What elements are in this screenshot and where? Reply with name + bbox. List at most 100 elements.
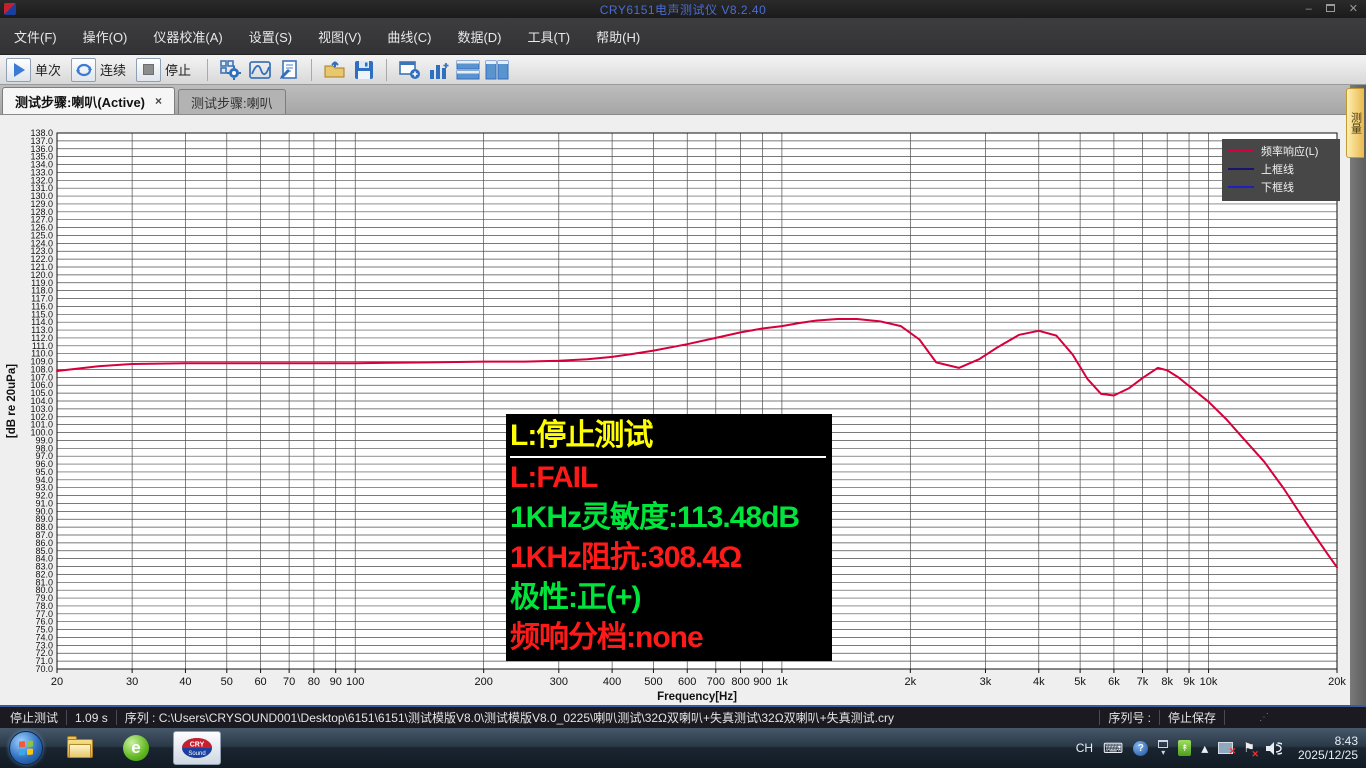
help-icon[interactable]: ? xyxy=(1133,741,1148,756)
menu-settings[interactable]: 设置(S) xyxy=(249,27,292,46)
taskbar-crysound-button[interactable]: CRY Sound xyxy=(173,731,221,765)
run-single-button[interactable] xyxy=(6,58,31,82)
svg-text:40: 40 xyxy=(179,676,191,688)
clock-time: 8:43 xyxy=(1298,734,1358,748)
run-continuous-button[interactable] xyxy=(71,58,96,82)
start-button[interactable] xyxy=(9,731,43,765)
show-hidden-icons-button[interactable]: ▴ xyxy=(1201,741,1208,755)
curve-settings-button[interactable] xyxy=(247,58,272,82)
status-separator xyxy=(1159,710,1160,725)
toolbar-separator xyxy=(386,59,387,81)
folder-icon xyxy=(67,739,93,758)
chart-panel: 70.071.072.073.074.075.076.077.078.079.0… xyxy=(0,114,1366,705)
svg-text:600: 600 xyxy=(678,676,696,688)
result-response-grade: 频响分档:none xyxy=(510,618,826,658)
measure-settings-button[interactable] xyxy=(218,58,243,82)
legend-item-lower-limit[interactable]: 下框线 xyxy=(1228,178,1334,196)
docked-measure-tab[interactable]: 测量 xyxy=(1346,88,1364,158)
window-minimize-button[interactable]: – xyxy=(1306,0,1312,18)
ime-toolbar-button[interactable]: ▾ xyxy=(1158,740,1168,757)
report-doc-icon xyxy=(279,60,299,80)
play-icon xyxy=(14,63,25,77)
status-separator xyxy=(1099,710,1100,725)
ime-window-icon xyxy=(1158,740,1168,748)
result-pass-fail: L:FAIL xyxy=(510,458,826,498)
volume-icon[interactable] xyxy=(1265,741,1282,756)
svg-text:3k: 3k xyxy=(980,676,992,688)
svg-text:10k: 10k xyxy=(1200,676,1218,688)
menu-operate[interactable]: 操作(O) xyxy=(83,27,128,46)
tile-vertical-button[interactable] xyxy=(484,58,509,82)
stop-icon xyxy=(143,64,154,75)
svg-text:20k: 20k xyxy=(1328,676,1346,688)
language-indicator[interactable]: CH xyxy=(1076,741,1093,755)
keyboard-icon[interactable]: ⌨ xyxy=(1103,741,1123,755)
menu-curve[interactable]: 曲线(C) xyxy=(387,27,431,46)
svg-text:20: 20 xyxy=(51,676,63,688)
menu-calibration[interactable]: 仪器校准(A) xyxy=(153,27,222,46)
toolbar-separator xyxy=(207,59,208,81)
svg-text:60: 60 xyxy=(254,676,266,688)
new-chart-button[interactable] xyxy=(426,58,451,82)
tile-horizontal-icon xyxy=(456,60,480,80)
taskbar: e CRY Sound CH ⌨ ? ▾ ↟ ▴ ✕ ⚑✕ xyxy=(0,728,1366,768)
svg-text:9k: 9k xyxy=(1183,676,1195,688)
svg-text:7k: 7k xyxy=(1137,676,1149,688)
tab-label: 测试步骤:喇叭 xyxy=(191,93,273,112)
network-status-icon[interactable]: ✕ xyxy=(1218,742,1233,754)
menu-data[interactable]: 数据(D) xyxy=(457,27,501,46)
legend-item-upper-limit[interactable]: 上框线 xyxy=(1228,160,1334,178)
taskbar-browser-button[interactable]: e xyxy=(117,731,155,765)
error-badge: ✕ xyxy=(1251,749,1259,760)
settings-grid-gear-icon xyxy=(220,60,242,80)
chart-legend: 频率响应(L) 上框线 下框线 xyxy=(1222,139,1340,201)
save-file-button[interactable] xyxy=(351,58,376,82)
svg-text:6k: 6k xyxy=(1108,676,1120,688)
menu-view[interactable]: 视图(V) xyxy=(318,27,361,46)
menu-tools[interactable]: 工具(T) xyxy=(528,27,571,46)
window-restore-button[interactable] xyxy=(1326,0,1335,18)
result-impedance: 1KHz阻抗:308.4Ω xyxy=(510,538,826,578)
menu-help[interactable]: 帮助(H) xyxy=(596,27,640,46)
run-single-label[interactable]: 单次 xyxy=(35,60,61,79)
application-window: CRY6151电声测试仪 V8.2.40 – ✕ 文件(F) 操作(O) 仪器校… xyxy=(0,0,1366,768)
save-floppy-icon xyxy=(354,60,374,80)
window-close-button[interactable]: ✕ xyxy=(1349,0,1358,18)
svg-text:138.0: 138.0 xyxy=(30,128,53,138)
svg-text:CRY: CRY xyxy=(190,742,205,749)
tab-test-step-active[interactable]: 测试步骤:喇叭(Active) × xyxy=(2,87,175,114)
add-window-icon xyxy=(399,60,421,80)
menu-file[interactable]: 文件(F) xyxy=(14,27,57,46)
open-file-button[interactable] xyxy=(322,58,347,82)
status-state: 停止测试 xyxy=(10,709,58,726)
stop-button[interactable] xyxy=(136,58,161,82)
legend-item-frequency-response[interactable]: 频率响应(L) xyxy=(1228,142,1334,160)
tile-horizontal-button[interactable] xyxy=(455,58,480,82)
new-window-button[interactable] xyxy=(397,58,422,82)
docked-tab-label: 测量 xyxy=(1348,112,1364,134)
svg-text:5k: 5k xyxy=(1074,676,1086,688)
document-tab-bar: 测试步骤:喇叭(Active) × 测试步骤:喇叭 xyxy=(0,85,1366,114)
add-chart-icon xyxy=(428,60,450,80)
tab-test-step[interactable]: 测试步骤:喇叭 xyxy=(178,89,286,114)
report-button[interactable] xyxy=(276,58,301,82)
svg-text:[dB re 20uPa]: [dB re 20uPa] xyxy=(6,364,18,438)
stop-label[interactable]: 停止 xyxy=(165,60,191,79)
status-save-state: 停止保存 xyxy=(1168,709,1216,726)
run-continuous-label[interactable]: 连续 xyxy=(100,60,126,79)
tab-close-icon[interactable]: × xyxy=(155,94,162,108)
svg-text:700: 700 xyxy=(707,676,725,688)
svg-text:50: 50 xyxy=(221,676,233,688)
curve-icon xyxy=(249,61,271,79)
resize-grip[interactable]: ⋰ xyxy=(1259,712,1270,723)
toolbar-separator xyxy=(311,59,312,81)
svg-text:100: 100 xyxy=(346,676,364,688)
action-center-flag-icon[interactable]: ⚑✕ xyxy=(1243,740,1255,756)
usb-device-icon[interactable]: ↟ xyxy=(1178,740,1191,756)
svg-text:80: 80 xyxy=(308,676,320,688)
toolbar: 单次 连续 停止 xyxy=(0,55,1366,85)
taskbar-clock[interactable]: 8:43 2025/12/25 xyxy=(1298,734,1358,762)
taskbar-explorer-button[interactable] xyxy=(61,731,99,765)
result-state: L:停止测试 xyxy=(510,416,826,458)
crysound-logo-icon: CRY Sound xyxy=(180,736,214,760)
